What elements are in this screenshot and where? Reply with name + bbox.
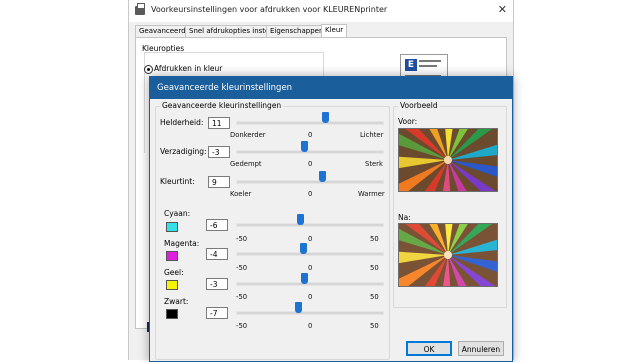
yellow-swatch bbox=[166, 280, 178, 290]
hue-max-label: Warmer bbox=[358, 190, 385, 198]
advanced-settings-group: Geavanceerde kleurinstellingen bbox=[155, 101, 390, 360]
saturation-max-label: Sterk bbox=[365, 160, 383, 168]
preview-group-label: Voorbeeld bbox=[398, 101, 440, 110]
text-line bbox=[419, 65, 437, 67]
brightness-input[interactable]: 11 bbox=[208, 117, 230, 129]
magenta-slider-thumb[interactable] bbox=[299, 243, 307, 254]
saturation-slider[interactable] bbox=[236, 150, 384, 154]
before-preview-image bbox=[398, 128, 498, 192]
yellow-slider-thumb[interactable] bbox=[301, 273, 309, 284]
hue-slider[interactable] bbox=[236, 180, 384, 184]
magenta-swatch bbox=[166, 251, 178, 261]
yellow-max-label: 50 bbox=[370, 293, 379, 301]
saturation-input[interactable]: -3 bbox=[208, 146, 230, 158]
hue-label: Kleurtint: bbox=[160, 177, 195, 186]
black-mid-label: 0 bbox=[308, 322, 313, 330]
saturation-min-label: Gedempt bbox=[230, 160, 262, 168]
pencils-after-image bbox=[399, 224, 497, 286]
group-label: Geavanceerde kleurinstellingen bbox=[160, 101, 284, 110]
saturation-mid-label: 0 bbox=[308, 160, 313, 168]
cyan-max-label: 50 bbox=[370, 235, 379, 243]
hue-input[interactable]: 9 bbox=[208, 176, 230, 188]
tab-eigenschappen[interactable]: Eigenschappen bbox=[266, 25, 328, 37]
document-e-icon: E bbox=[405, 59, 417, 71]
cyan-mid-label: 0 bbox=[308, 235, 313, 243]
yellow-mid-label: 0 bbox=[308, 293, 313, 301]
brightness-slider-thumb[interactable] bbox=[321, 112, 329, 123]
cyan-label: Cyaan: bbox=[164, 209, 191, 218]
window-title: Voorkeursinstellingen voor afdrukken voo… bbox=[151, 5, 388, 14]
brightness-min-label: Donkerder bbox=[230, 131, 266, 139]
black-label: Zwart: bbox=[164, 297, 189, 306]
cyan-swatch bbox=[166, 222, 178, 232]
black-slider[interactable] bbox=[236, 311, 384, 315]
ok-button[interactable]: OK bbox=[406, 341, 452, 356]
brightness-slider[interactable] bbox=[236, 121, 384, 125]
brightness-max-label: Lichter bbox=[360, 131, 384, 139]
yellow-min-label: -50 bbox=[236, 293, 248, 301]
after-preview-image bbox=[398, 223, 498, 287]
brightness-label: Helderheid: bbox=[160, 118, 204, 127]
magenta-mid-label: 0 bbox=[308, 264, 313, 272]
yellow-label: Geel: bbox=[164, 268, 184, 277]
cyan-slider[interactable] bbox=[236, 223, 384, 227]
magenta-slider[interactable] bbox=[236, 252, 384, 256]
cyan-min-label: -50 bbox=[236, 235, 248, 243]
black-input[interactable]: -7 bbox=[206, 307, 228, 319]
tab-geavanceerd[interactable]: Geavanceerd bbox=[135, 25, 190, 37]
magenta-max-label: 50 bbox=[370, 264, 379, 272]
yellow-slider[interactable] bbox=[236, 282, 384, 286]
black-min-label: -50 bbox=[236, 322, 248, 330]
hue-slider-thumb[interactable] bbox=[318, 171, 326, 182]
black-max-label: 50 bbox=[370, 322, 379, 330]
dialog-titlebar: Geavanceerde kleurinstellingen bbox=[150, 77, 512, 99]
dialog-title: Geavanceerde kleurinstellingen bbox=[157, 83, 293, 93]
cyan-input[interactable]: -6 bbox=[206, 219, 228, 231]
brightness-mid-label: 0 bbox=[308, 131, 313, 139]
magenta-input[interactable]: -4 bbox=[206, 248, 228, 260]
window-titlebar: Voorkeursinstellingen voor afdrukken voo… bbox=[129, 0, 513, 22]
print-in-color-label: Afdrukken in kleur bbox=[154, 64, 223, 73]
after-label: Na: bbox=[398, 213, 411, 222]
saturation-label: Verzadiging: bbox=[160, 147, 207, 156]
advanced-color-settings-dialog: Geavanceerde kleurinstellingen Geavancee… bbox=[149, 76, 513, 362]
cancel-button[interactable]: Annuleren bbox=[458, 341, 504, 356]
black-swatch bbox=[166, 309, 178, 319]
magenta-min-label: -50 bbox=[236, 264, 248, 272]
yellow-input[interactable]: -3 bbox=[206, 278, 228, 290]
cyan-slider-thumb[interactable] bbox=[296, 214, 304, 225]
close-icon[interactable]: ✕ bbox=[498, 3, 507, 16]
printer-icon bbox=[135, 3, 145, 15]
text-line bbox=[419, 60, 441, 62]
hue-mid-label: 0 bbox=[308, 190, 313, 198]
print-in-color-radio[interactable] bbox=[144, 65, 153, 74]
magenta-label: Magenta: bbox=[164, 239, 200, 248]
pencils-before-image bbox=[399, 129, 497, 191]
saturation-slider-thumb[interactable] bbox=[301, 141, 309, 152]
before-label: Voor: bbox=[398, 117, 418, 126]
black-slider-thumb[interactable] bbox=[295, 302, 303, 313]
hue-min-label: Koeler bbox=[230, 190, 252, 198]
tab-kleur[interactable]: Kleur bbox=[321, 24, 348, 38]
